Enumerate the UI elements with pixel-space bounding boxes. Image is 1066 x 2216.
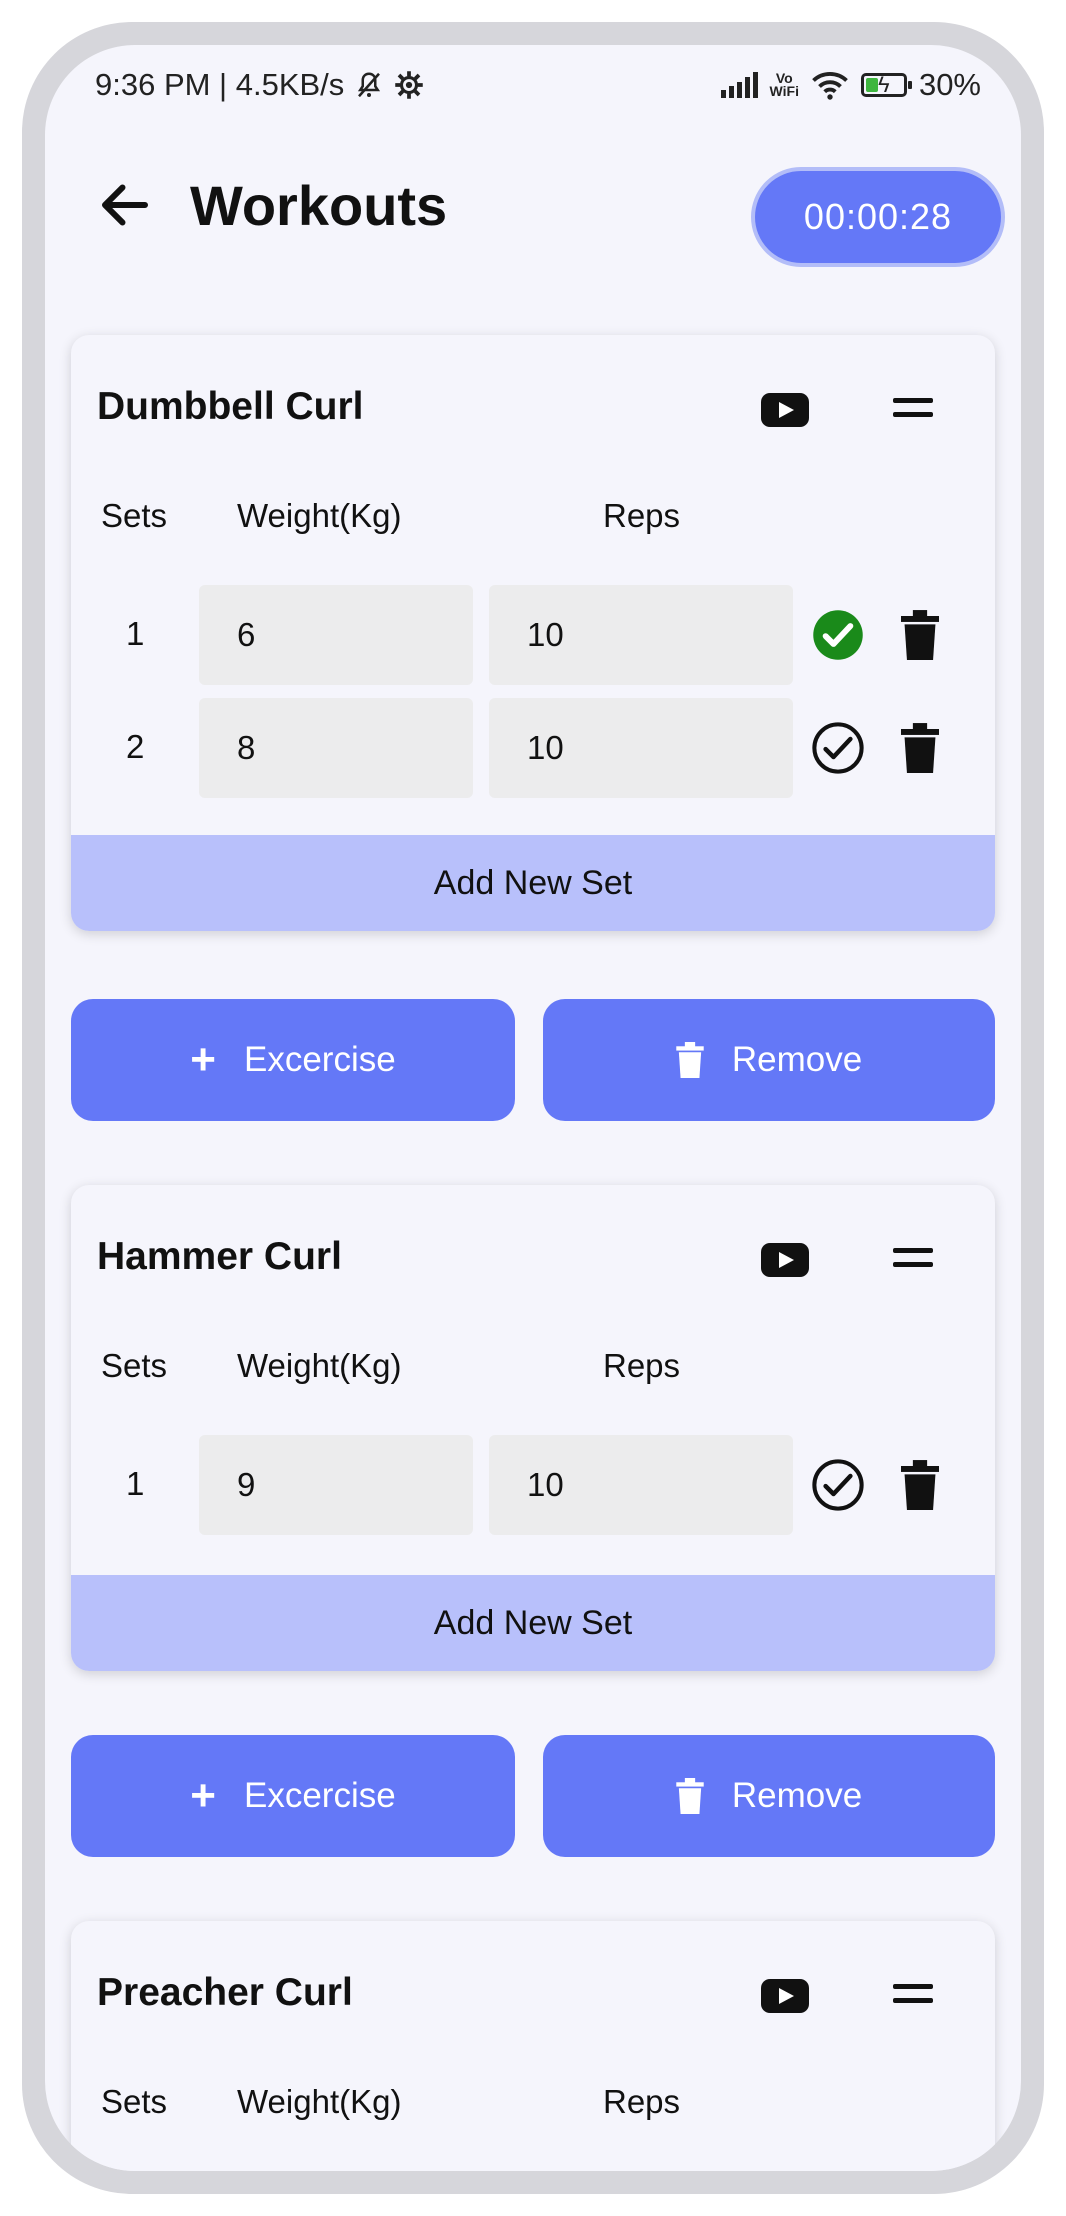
page-title: Workouts	[190, 174, 448, 237]
vowifi-bottom: WiFi	[769, 83, 799, 99]
weight-header: Weight(Kg)	[237, 1347, 402, 1384]
remove-exercise-button[interactable]: Remove	[543, 1735, 995, 1857]
set-number: 2	[126, 728, 145, 765]
sets-header: Sets	[101, 1347, 168, 1384]
add-exercise-label: Excercise	[243, 1776, 396, 1815]
vowifi-indicator: Vo WiFi	[769, 71, 799, 99]
weight-input[interactable]: 9	[199, 1435, 473, 1535]
workout-timer[interactable]: 00:00:28	[751, 167, 1005, 267]
signal-icon	[720, 72, 758, 98]
back-arrow-icon[interactable]	[95, 175, 155, 235]
mute-bell-icon	[358, 72, 381, 98]
wifi-icon	[812, 72, 848, 100]
delete-set-trash-icon[interactable]	[901, 723, 939, 773]
battery-percent: 30%	[918, 67, 981, 102]
app-header: Workouts 00:00:28	[45, 145, 1021, 267]
reps-input[interactable]: 10	[489, 698, 793, 798]
weight-input[interactable]: 8	[199, 698, 473, 798]
trash-icon	[676, 1042, 704, 1078]
reps-header: Reps	[603, 2083, 681, 2120]
add-new-set-button[interactable]: Add New Set	[71, 1575, 995, 1671]
reps-input[interactable]: 10	[489, 1435, 793, 1535]
settings-gear-icon	[395, 71, 424, 99]
youtube-icon[interactable]	[761, 1979, 809, 2013]
weight-header: Weight(Kg)	[237, 497, 402, 534]
set-complete-check-icon[interactable]	[811, 608, 865, 662]
delete-set-trash-icon[interactable]	[901, 1460, 939, 1510]
drag-handle-icon[interactable]	[893, 1248, 933, 1270]
weight-input[interactable]: 6	[199, 585, 473, 685]
exercise-name: Preacher Curl	[97, 1971, 353, 2014]
reps-header: Reps	[603, 1347, 681, 1384]
set-number: 1	[126, 615, 145, 652]
reps-header: Reps	[603, 497, 681, 534]
trash-icon	[676, 1778, 704, 1814]
status-right: Vo WiFi ϟ 30%	[720, 67, 981, 103]
add-new-set-button[interactable]: Add New Set	[71, 835, 995, 931]
drag-handle-icon[interactable]	[893, 1984, 933, 2006]
exercise-card: Preacher Curl Sets Weight(Kg) Reps	[71, 1921, 995, 2171]
youtube-icon[interactable]	[761, 1243, 809, 1277]
exercise-card: Hammer Curl Sets Weight(Kg) Reps 1 9 10 …	[71, 1185, 995, 1671]
set-row: 1 6 10	[71, 585, 995, 685]
status-time-speed: 9:36 PM | 4.5KB/s	[95, 67, 345, 102]
reps-input[interactable]: 10	[489, 585, 793, 685]
set-number: 1	[126, 1465, 145, 1502]
sets-header: Sets	[101, 497, 168, 534]
weight-header: Weight(Kg)	[237, 2083, 402, 2120]
delete-set-trash-icon[interactable]	[901, 610, 939, 660]
set-row: 2 8 10	[71, 698, 995, 798]
status-left: 9:36 PM | 4.5KB/s	[95, 67, 424, 103]
plus-icon: +	[190, 1771, 216, 1820]
exercise-name: Hammer Curl	[97, 1235, 342, 1278]
remove-exercise-button[interactable]: Remove	[543, 999, 995, 1121]
remove-label: Remove	[731, 1040, 863, 1079]
battery-icon: ϟ	[860, 72, 912, 97]
set-incomplete-check-icon[interactable]	[811, 1458, 865, 1512]
status-bar: 9:36 PM | 4.5KB/s Vo WiFi ϟ 30%	[95, 55, 981, 115]
youtube-icon[interactable]	[761, 393, 809, 427]
sets-header: Sets	[101, 2083, 168, 2120]
plus-icon: +	[190, 1035, 216, 1084]
add-exercise-button[interactable]: + Excercise	[71, 999, 515, 1121]
set-incomplete-check-icon[interactable]	[811, 721, 865, 775]
add-exercise-label: Excercise	[243, 1040, 396, 1079]
app-screen: 9:36 PM | 4.5KB/s Vo WiFi ϟ 30% Workouts…	[45, 45, 1021, 2171]
drag-handle-icon[interactable]	[893, 398, 933, 420]
exercise-card: Dumbbell Curl Sets Weight(Kg) Reps 1 6 1…	[71, 335, 995, 931]
remove-label: Remove	[731, 1776, 863, 1815]
exercise-name: Dumbbell Curl	[97, 385, 364, 428]
set-row: 1 9 10	[71, 1435, 995, 1535]
add-exercise-button[interactable]: + Excercise	[71, 1735, 515, 1857]
